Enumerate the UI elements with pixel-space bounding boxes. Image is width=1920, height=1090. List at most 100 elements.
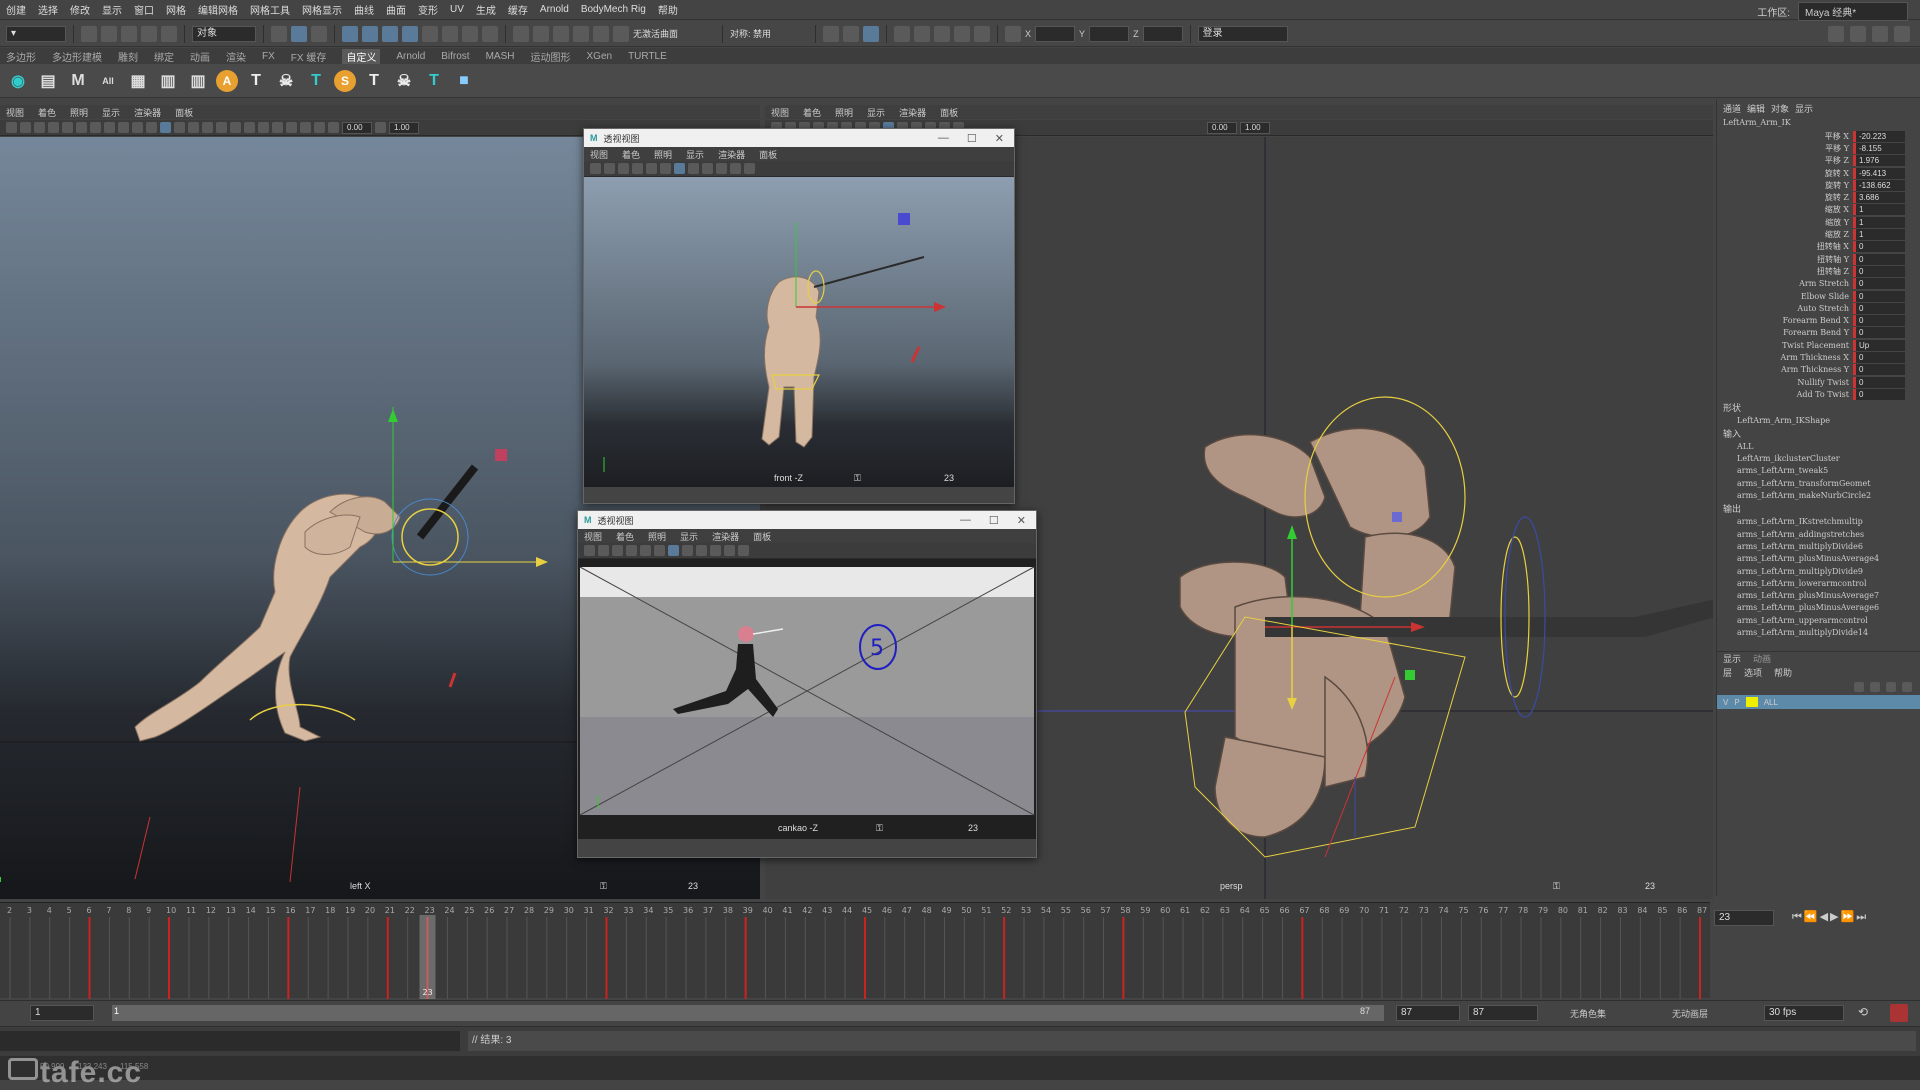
input-line-icon[interactable] xyxy=(1005,25,1022,42)
textured-icon[interactable] xyxy=(688,163,699,174)
channel-value[interactable]: 0 xyxy=(1853,241,1905,253)
channelbox-tab[interactable]: 编辑 xyxy=(1747,102,1765,115)
channel-value[interactable]: 0 xyxy=(1853,351,1905,363)
camera-select-icon[interactable] xyxy=(584,545,595,556)
film-gate-icon[interactable] xyxy=(640,545,651,556)
channel-row[interactable]: 旋转 Y -138.662 xyxy=(1717,179,1920,191)
end-frame-field[interactable]: 87 xyxy=(1396,1005,1460,1021)
channel-value[interactable]: 0 xyxy=(1853,290,1905,302)
channel-value[interactable]: 1 xyxy=(1853,216,1905,228)
input-node[interactable]: arms_LeftArm_makeNurbCircle2 xyxy=(1717,490,1920,502)
minimize-icon[interactable]: — xyxy=(960,514,971,527)
gamma-field[interactable]: 1.00 xyxy=(389,121,419,134)
menu-set-dropdown[interactable]: ▾ xyxy=(6,25,66,42)
x-field[interactable] xyxy=(1035,25,1076,42)
panel-menu-item[interactable]: 面板 xyxy=(940,106,958,119)
move-layer-up-icon[interactable] xyxy=(1854,682,1864,693)
exposure-icon[interactable] xyxy=(328,122,339,133)
channel-row[interactable]: 平移 Z 1.976 xyxy=(1717,155,1920,167)
channel-row[interactable]: Forearm Bend X 0 xyxy=(1717,314,1920,327)
channel-row[interactable]: Elbow Slide 0 xyxy=(1717,290,1920,302)
panel-menu-item[interactable]: 着色 xyxy=(38,106,56,119)
channel-row[interactable]: 扭转轴 Z 0 xyxy=(1717,265,1920,277)
menu-item[interactable]: Arnold xyxy=(540,4,569,15)
image-plane-icon[interactable] xyxy=(48,122,59,133)
channel-row[interactable]: 平移 X -20.223 xyxy=(1717,130,1920,142)
menu-item[interactable]: 缓存 xyxy=(508,2,528,17)
shelf-tab[interactable]: TURTLE xyxy=(628,51,667,62)
layer-row-all[interactable]: V P ALL xyxy=(1717,695,1920,710)
lights-icon[interactable] xyxy=(702,163,713,174)
shelf-tab[interactable]: Arnold xyxy=(396,51,425,62)
channel-value[interactable]: 0 xyxy=(1853,327,1905,339)
channel-value[interactable]: 0 xyxy=(1853,265,1905,277)
shelf-t-white-icon[interactable]: T xyxy=(362,69,386,93)
channelbox-tab[interactable]: 显示 xyxy=(1795,102,1813,115)
panel-menu-item[interactable]: 着色 xyxy=(616,530,634,543)
anim-layer-dropdown[interactable]: 无动画层 xyxy=(1672,1007,1708,1020)
channelbox-tab[interactable]: 对象 xyxy=(1771,102,1789,115)
shelf-tab[interactable]: 多边形建模 xyxy=(52,49,102,64)
exposure-field[interactable]: 0.00 xyxy=(1207,121,1237,134)
ao-icon[interactable] xyxy=(244,122,255,133)
grid-icon[interactable] xyxy=(62,122,73,133)
input-node[interactable]: arms_LeftArm_tweak5 xyxy=(1717,465,1920,477)
panel-menu-item[interactable]: 面板 xyxy=(759,148,777,161)
hierarchy-mode-icon[interactable] xyxy=(271,25,287,42)
layer-name[interactable]: ALL xyxy=(1764,698,1778,707)
playback-buttons[interactable]: ⏮⏪◀▶⏩⏭ xyxy=(1792,910,1868,924)
close-icon[interactable]: ✕ xyxy=(995,132,1004,145)
shelf-skull2-icon[interactable]: ☠ xyxy=(392,69,416,93)
z-field[interactable] xyxy=(1142,25,1183,42)
output-node[interactable]: arms_LeftArm_lowerarmcontrol xyxy=(1717,578,1920,590)
channel-value[interactable]: 3.686 xyxy=(1853,192,1905,204)
channel-value[interactable]: 1 xyxy=(1853,204,1905,216)
shelf-tools2-icon[interactable]: ▥ xyxy=(186,69,210,93)
snap-live-icon[interactable] xyxy=(613,25,629,42)
channel-row[interactable]: 扭转轴 X 0 xyxy=(1717,241,1920,253)
shadows-icon[interactable] xyxy=(230,122,241,133)
menu-item[interactable]: UV xyxy=(450,4,464,15)
channel-row[interactable]: Arm Stretch 0 xyxy=(1717,278,1920,290)
wireframe-icon[interactable] xyxy=(654,545,665,556)
layer-tab-display[interactable]: 显示 xyxy=(1723,652,1741,665)
panel-menu-item[interactable]: 渲染器 xyxy=(134,106,161,119)
anim-end-field[interactable]: 87 xyxy=(1468,1005,1538,1021)
channel-row[interactable]: 平移 Y -8.155 xyxy=(1717,142,1920,154)
menu-item[interactable]: 帮助 xyxy=(658,2,678,17)
camera-lock-icon[interactable] xyxy=(20,122,31,133)
symmetry-label[interactable]: 对称: 禁用 xyxy=(730,27,771,40)
wireframe-on-shaded-icon[interactable] xyxy=(188,122,199,133)
input-node[interactable]: ALL xyxy=(1717,441,1920,453)
channel-value[interactable]: 0 xyxy=(1853,315,1905,327)
isolate-icon[interactable] xyxy=(744,163,755,174)
camera-select-icon[interactable] xyxy=(590,163,601,174)
shelf-tab[interactable]: 渲染 xyxy=(226,49,246,64)
output-node[interactable]: arms_LeftArm_plusMinusAverage6 xyxy=(1717,602,1920,614)
xray-joints-icon[interactable] xyxy=(314,122,325,133)
film-gate-icon[interactable] xyxy=(646,163,657,174)
float2-viewport[interactable]: 5 cankao -Z ⚿ 23 xyxy=(578,559,1036,839)
output-node[interactable]: arms_LeftArm_multiplyDivide9 xyxy=(1717,566,1920,578)
render-settings-icon[interactable] xyxy=(914,25,931,42)
channel-row[interactable]: 扭转轴 Y 0 xyxy=(1717,253,1920,265)
time-slider[interactable]: 2 3 4 5 6 7 8 9 10 11 12 13 14 15 16 17 18 19 20 21 22 23 24 25… xyxy=(0,902,1710,999)
bookmark-icon[interactable] xyxy=(612,545,623,556)
isolate-icon[interactable] xyxy=(286,122,297,133)
output-node[interactable]: arms_LeftArm_upperarmcontrol xyxy=(1717,615,1920,627)
shelf-tab[interactable]: FX 缓存 xyxy=(291,49,327,64)
panel-menu-item[interactable]: 视图 xyxy=(590,148,608,161)
lights-icon[interactable] xyxy=(216,122,227,133)
close-icon[interactable]: ✕ xyxy=(1017,514,1026,527)
maximize-icon[interactable]: ☐ xyxy=(967,132,977,145)
selection-mode-dropdown[interactable]: 对象 xyxy=(192,25,256,42)
channel-row[interactable]: 缩放 Y 1 xyxy=(1717,216,1920,228)
select-surface-icon[interactable] xyxy=(402,25,418,42)
panel-menu-item[interactable]: 着色 xyxy=(622,148,640,161)
select-joint-icon[interactable] xyxy=(362,25,378,42)
panel-menu-item[interactable]: 渲染器 xyxy=(718,148,745,161)
gate-mask-icon[interactable] xyxy=(104,122,115,133)
panel-menu-item[interactable]: 照明 xyxy=(835,106,853,119)
shelf-cube-icon[interactable]: ■ xyxy=(452,69,476,93)
bookmark-icon[interactable] xyxy=(618,163,629,174)
